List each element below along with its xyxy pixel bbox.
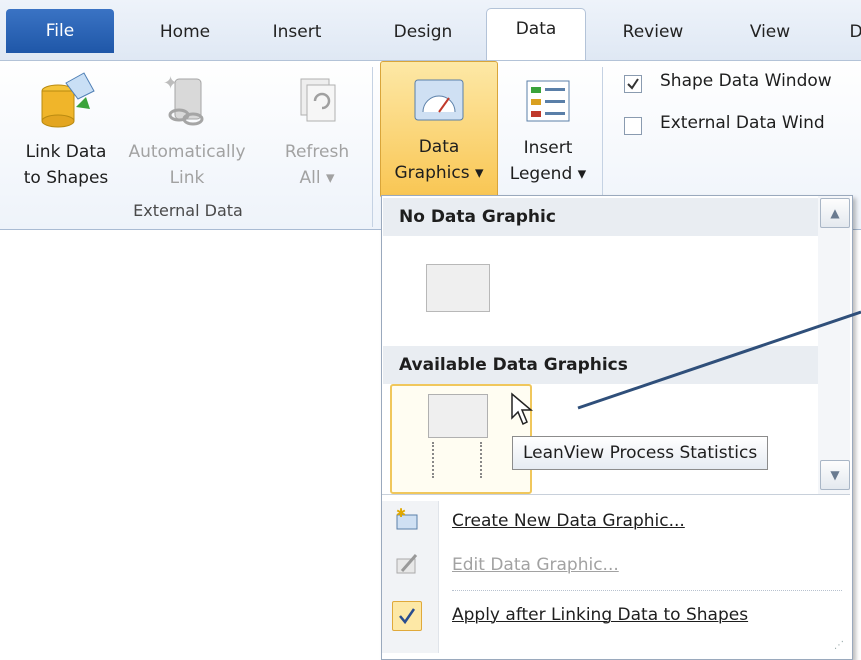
svg-text:✦: ✦ — [163, 73, 178, 94]
shape-data-window-checkbox[interactable] — [624, 75, 642, 93]
external-data-group-label: External Data — [133, 201, 243, 220]
graphic-bar-left — [432, 442, 440, 478]
automatically-link-button[interactable]: ✦ Automatically Link — [128, 63, 246, 198]
tab-file[interactable]: File — [6, 9, 114, 53]
external-data-window-checkbox[interactable] — [624, 117, 642, 135]
edit-label: Edit Data Graphic... — [452, 555, 619, 575]
divider — [382, 494, 850, 495]
insert-legend-label-2: Legend ▾ — [509, 164, 587, 184]
scroll-down-icon[interactable]: ▼ — [820, 460, 850, 490]
create-new-data-graphic-item[interactable]: ✱ Create New Data Graphic... — [382, 498, 850, 544]
tab-insert[interactable]: Insert — [256, 12, 338, 52]
graphic-bar-right — [480, 442, 488, 478]
tab-partial[interactable]: D — [846, 12, 861, 52]
edit-data-graphic-item[interactable]: Edit Data Graphic... — [382, 542, 850, 588]
database-link-icon — [41, 72, 95, 128]
edit-graphic-icon — [396, 554, 418, 574]
refresh-label-2: All ▾ — [299, 168, 335, 188]
tab-design[interactable]: Design — [378, 12, 468, 52]
cursor-arrow-icon — [511, 392, 534, 426]
data-graphics-label-1: Data — [418, 137, 460, 157]
graphic-thumbnail — [428, 394, 488, 438]
insert-legend-button[interactable]: Insert Legend ▾ — [502, 63, 594, 198]
external-data-window-label: External Data Wind — [660, 113, 825, 133]
data-graphics-dropdown: No Data Graphic Available Data Graphics … — [381, 195, 853, 660]
checkmark-icon — [392, 601, 422, 631]
scroll-up-icon[interactable]: ▲ — [820, 198, 850, 228]
shape-data-window-label: Shape Data Window — [660, 71, 832, 91]
group-separator — [372, 67, 373, 227]
new-graphic-icon: ✱ — [396, 507, 418, 530]
refresh-icon — [300, 78, 336, 122]
no-data-graphic-header: No Data Graphic — [383, 198, 819, 236]
checkbox-icon — [627, 78, 639, 90]
tab-home[interactable]: Home — [140, 12, 230, 52]
refresh-label-1: Refresh — [284, 142, 350, 162]
tooltip: LeanView Process Statistics — [512, 436, 769, 470]
link-data-to-shapes-button[interactable]: Link Data to Shapes — [8, 63, 124, 198]
ribbon-tab-bar: File Home Insert Design Data Review View… — [0, 0, 861, 63]
tab-review[interactable]: Review — [608, 12, 698, 52]
refresh-all-button[interactable]: Refresh All ▾ — [272, 63, 362, 198]
gauge-icon — [414, 79, 464, 121]
auto-link-label-1: Automatically — [128, 142, 246, 162]
gallery-scrollbar[interactable]: ▲ ▼ — [818, 196, 850, 494]
data-graphics-button[interactable]: Data Graphics ▾ — [380, 61, 498, 198]
link-data-label-1: Link Data — [25, 142, 107, 162]
tab-view[interactable]: View — [730, 12, 810, 52]
resize-grip[interactable]: ⋰ — [834, 640, 846, 652]
no-data-graphic-thumbnail[interactable] — [426, 264, 490, 312]
apply-after-linking-label: Apply after Linking Data to Shapes — [452, 605, 749, 625]
svg-text:✱: ✱ — [396, 507, 406, 520]
insert-legend-label-1: Insert — [523, 138, 573, 158]
create-new-label: Create New Data Graphic... — [452, 511, 685, 531]
chain-link-icon: ✦ — [163, 73, 204, 126]
link-data-label-2: to Shapes — [23, 168, 109, 188]
auto-link-label-2: Link — [169, 168, 205, 188]
apply-after-linking-item[interactable]: Apply after Linking Data to Shapes — [382, 592, 850, 638]
tab-data[interactable]: Data — [486, 8, 586, 63]
legend-icon — [526, 80, 570, 122]
data-graphics-label-2: Graphics ▾ — [394, 163, 484, 183]
available-data-graphics-header: Available Data Graphics — [383, 346, 819, 384]
menu-separator — [452, 590, 842, 591]
